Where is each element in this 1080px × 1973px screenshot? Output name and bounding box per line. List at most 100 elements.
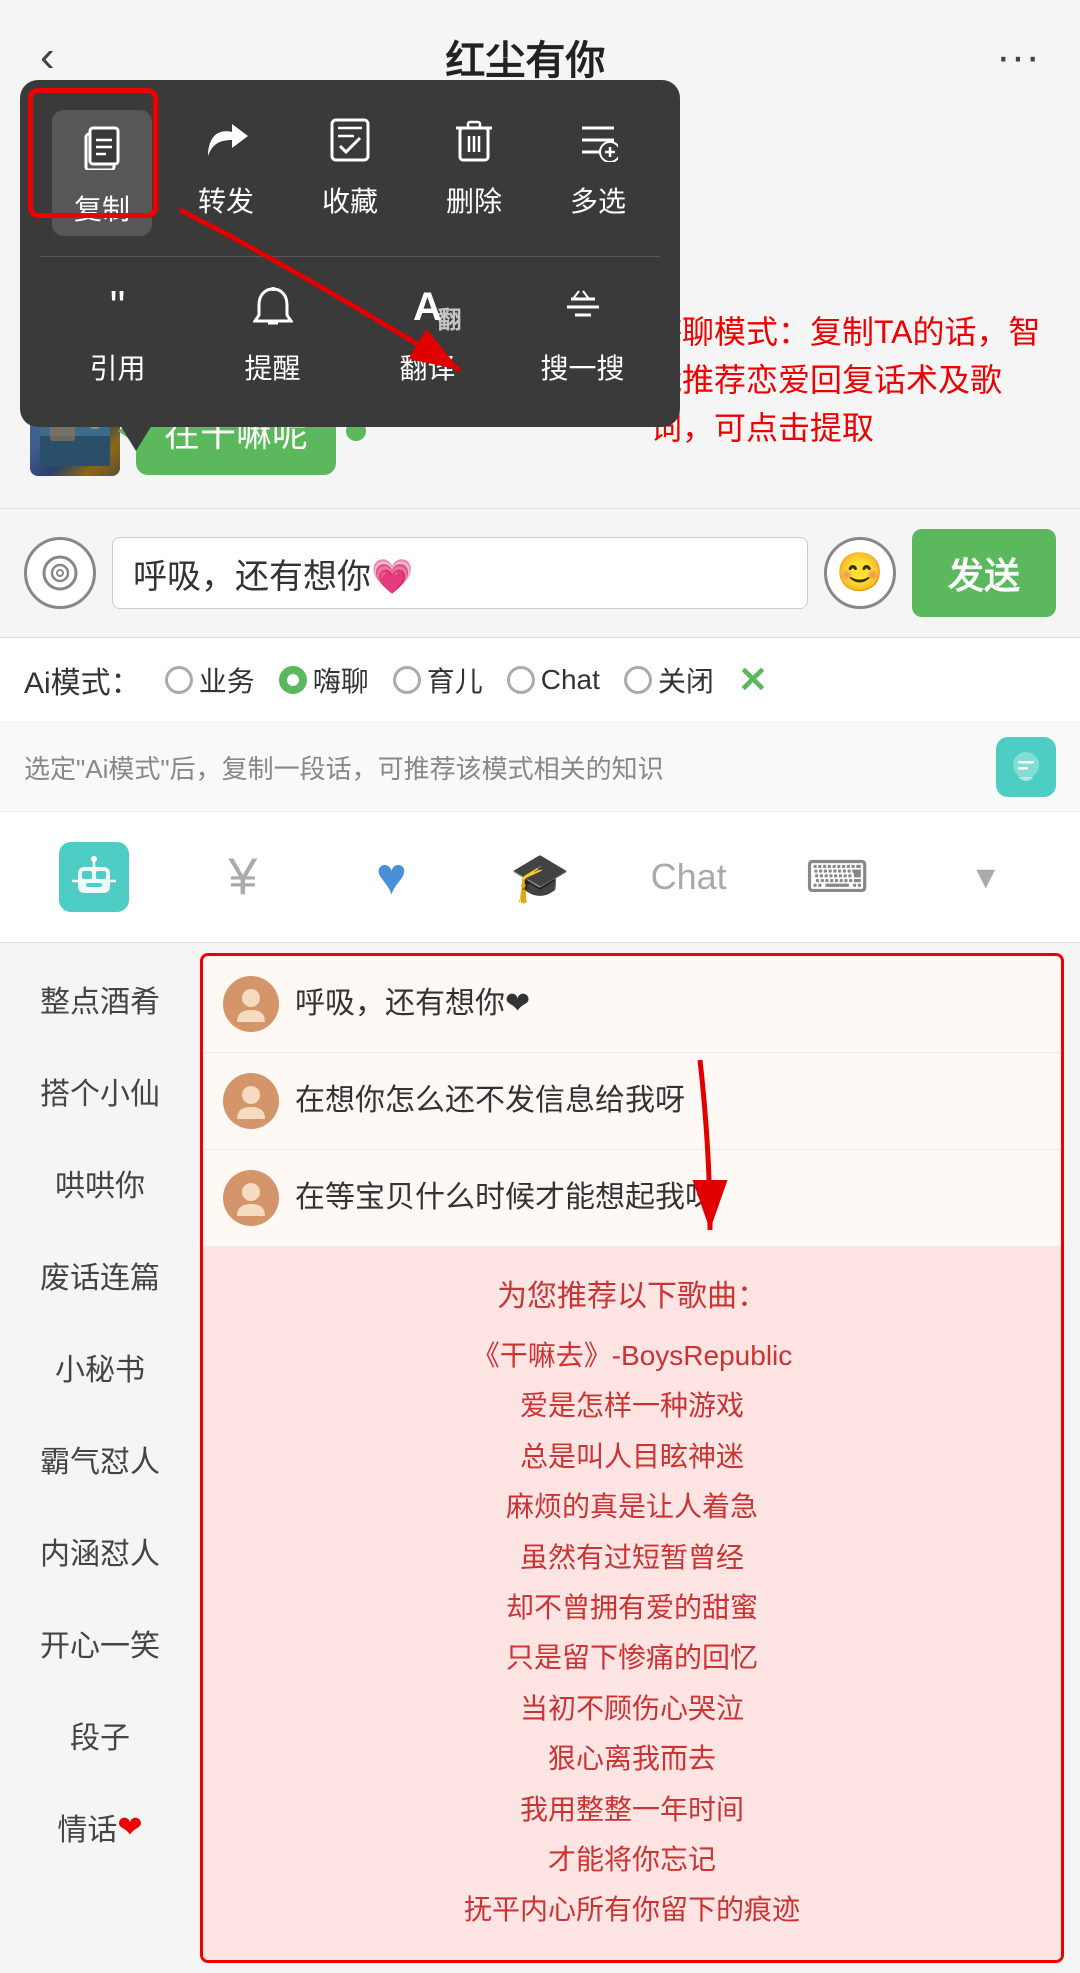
chat-small-icon[interactable] xyxy=(996,737,1056,797)
radio-off-label: 关闭 xyxy=(658,660,714,700)
forward-icon xyxy=(196,110,256,170)
toolbar-robot-button[interactable] xyxy=(20,828,169,926)
send-button[interactable]: 发送 xyxy=(912,529,1056,617)
sidebar-item-love[interactable]: 情话❤ xyxy=(0,1781,200,1873)
radio-business-circle xyxy=(165,666,193,694)
response-item-1[interactable]: 呼吸，还有想你❤ xyxy=(203,956,1061,1053)
toolbar-keyboard-button[interactable]: ⌨ xyxy=(763,838,912,917)
voice-button[interactable] xyxy=(24,537,96,609)
context-menu-row-2: " 引用 提醒 A翻 翻译 xyxy=(40,277,660,387)
quote-menu-item[interactable]: " 引用 xyxy=(68,277,168,387)
song-section: 为您推荐以下歌曲： 《干嘛去》-BoysRepublic 爱是怎样一种游戏总是叫… xyxy=(203,1247,1061,1960)
remind-icon xyxy=(243,277,303,337)
sidebar-item-jokes[interactable]: 段子 xyxy=(0,1689,200,1781)
response-avatar-2 xyxy=(223,1073,279,1129)
radio-business[interactable]: 业务 xyxy=(165,660,255,700)
quote-label: 引用 xyxy=(89,347,145,387)
radio-haichat[interactable]: 嗨聊 xyxy=(279,660,369,700)
radio-chat[interactable]: Chat xyxy=(507,664,600,696)
input-area: 😊 发送 xyxy=(0,508,1080,638)
translate-label: 翻译 xyxy=(399,347,455,387)
keyboard-icon: ⌨ xyxy=(805,852,869,903)
radio-chat-label: Chat xyxy=(541,664,600,696)
sidebar-item-secretary[interactable]: 小秘书 xyxy=(0,1321,200,1413)
song-lyric-line: 麻烦的真是让人着急 xyxy=(223,1482,1041,1532)
copy-highlight-box xyxy=(28,88,158,218)
forward-menu-item[interactable]: 转发 xyxy=(176,110,276,236)
remind-menu-item[interactable]: 提醒 xyxy=(223,277,323,387)
sidebar-item-match[interactable]: 搭个小仙 xyxy=(0,1045,200,1137)
menu-divider xyxy=(40,256,660,257)
search-menu-item[interactable]: 搜一搜 xyxy=(533,277,633,387)
info-bar: 选定"Ai模式"后，复制一段话，可推荐该模式相关的知识 xyxy=(0,722,1080,812)
toolbar-more-button[interactable]: ▼ xyxy=(911,845,1060,910)
sidebar-item-nonsense[interactable]: 废话连篇 xyxy=(0,1229,200,1321)
radio-parenting-label: 育儿 xyxy=(427,660,483,700)
translate-icon: A翻 xyxy=(398,277,458,337)
remind-label: 提醒 xyxy=(244,347,300,387)
info-bar-text: 选定"Ai模式"后，复制一段话，可推荐该模式相关的知识 xyxy=(24,749,996,786)
search-icon xyxy=(553,277,613,337)
search-label: 搜一搜 xyxy=(540,347,624,387)
toolbar-cap-button[interactable]: 🎓 xyxy=(466,835,615,920)
radio-chat-circle xyxy=(507,666,535,694)
robot-icon xyxy=(59,842,129,912)
response-item-2[interactable]: 在想你怎么还不发信息给我呀 xyxy=(203,1053,1061,1150)
multiselect-label: 多选 xyxy=(570,180,626,220)
collect-menu-item[interactable]: 收藏 xyxy=(300,110,400,236)
right-panel: 呼吸，还有想你❤ 在想你怎么还不发信息给我呀 在等宝贝什么时候才能想起我呀 xyxy=(200,953,1064,1963)
toolbar-chat-button[interactable]: Chat xyxy=(614,842,763,912)
message-input[interactable] xyxy=(112,537,808,609)
song-lyric-line: 总是叫人目眩神迷 xyxy=(223,1432,1041,1482)
multiselect-menu-item[interactable]: 多选 xyxy=(548,110,648,236)
radio-off[interactable]: 关闭 xyxy=(624,660,714,700)
song-lyric-line: 才能将你忘记 xyxy=(223,1835,1041,1885)
left-sidebar: 整点酒肴 搭个小仙 哄哄你 废话连篇 小秘书 霸气怼人 内涵怼人 开心一笑 段子… xyxy=(0,943,200,1973)
close-ai-button[interactable]: ✕ xyxy=(738,659,768,701)
back-button[interactable]: ‹ xyxy=(40,32,55,82)
quote-icon: " xyxy=(88,277,148,337)
delete-menu-item[interactable]: 删除 xyxy=(424,110,524,236)
song-lyric-line: 狠心离我而去 xyxy=(223,1734,1041,1784)
heart-icon: ♥ xyxy=(376,847,407,907)
dropdown-arrow-icon: ▼ xyxy=(970,859,1002,896)
delete-label: 删除 xyxy=(446,180,502,220)
song-lyrics: 爱是怎样一种游戏总是叫人目眩神迷麻烦的真是让人着急虽然有过短暂曾经却不曾拥有爱的… xyxy=(223,1381,1041,1935)
sidebar-item-connotation[interactable]: 内涵怼人 xyxy=(0,1505,200,1597)
collect-label: 收藏 xyxy=(322,180,378,220)
more-button[interactable]: ··· xyxy=(996,32,1040,82)
main-content: 整点酒肴 搭个小仙 哄哄你 废话连篇 小秘书 霸气怼人 内涵怼人 开心一笑 段子… xyxy=(0,943,1080,1973)
response-avatar-3 xyxy=(223,1170,279,1226)
heart-decoration: ❤ xyxy=(117,1810,142,1845)
song-lyric-line: 抚平内心所有你留下的痕迹 xyxy=(223,1885,1041,1935)
response-item-3[interactable]: 在等宝贝什么时候才能想起我呀 xyxy=(203,1150,1061,1247)
radio-off-circle xyxy=(624,666,652,694)
emoji-button[interactable]: 😊 xyxy=(824,537,896,609)
toolbar-heart-button[interactable]: ♥ xyxy=(317,833,466,921)
response-text-3: 在等宝贝什么时候才能想起我呀 xyxy=(295,1177,715,1219)
toolbar-yuan-button[interactable]: ¥ xyxy=(169,833,318,921)
ai-mode-label: Ai模式： xyxy=(24,658,141,702)
response-avatar-1 xyxy=(223,976,279,1032)
response-text-1: 呼吸，还有想你❤ xyxy=(295,983,530,1025)
song-lyric-line: 却不曾拥有爱的甜蜜 xyxy=(223,1583,1041,1633)
sidebar-item-smile[interactable]: 开心一笑 xyxy=(0,1597,200,1689)
sidebar-item-drink[interactable]: 整点酒肴 xyxy=(0,953,200,1045)
chat-text-icon: Chat xyxy=(651,856,727,898)
toolbar-row: ¥ ♥ 🎓 Chat ⌨ ▼ xyxy=(0,812,1080,943)
translate-menu-item[interactable]: A翻 翻译 xyxy=(378,277,478,387)
song-name: 《干嘛去》-BoysRepublic xyxy=(223,1331,1041,1381)
radio-business-label: 业务 xyxy=(199,660,255,700)
annotation-text: 嗨聊模式：复制TA的话，智能推荐恋爱回复话术及歌词，可点击提取 xyxy=(650,308,1050,452)
collect-icon xyxy=(320,110,380,170)
sidebar-item-domineering[interactable]: 霸气怼人 xyxy=(0,1413,200,1505)
radio-parenting[interactable]: 育儿 xyxy=(393,660,483,700)
song-lyric-line: 虽然有过短暂曾经 xyxy=(223,1533,1041,1583)
radio-haichat-circle xyxy=(279,666,307,694)
sidebar-item-coax[interactable]: 哄哄你 xyxy=(0,1137,200,1229)
song-lyric-line: 当初不顾伤心哭泣 xyxy=(223,1684,1041,1734)
forward-label: 转发 xyxy=(198,180,254,220)
ai-mode-row: Ai模式： 业务 嗨聊 育儿 Chat 关闭 ✕ xyxy=(0,638,1080,722)
radio-haichat-label: 嗨聊 xyxy=(313,660,369,700)
page-title: 红尘有你 xyxy=(445,28,605,86)
